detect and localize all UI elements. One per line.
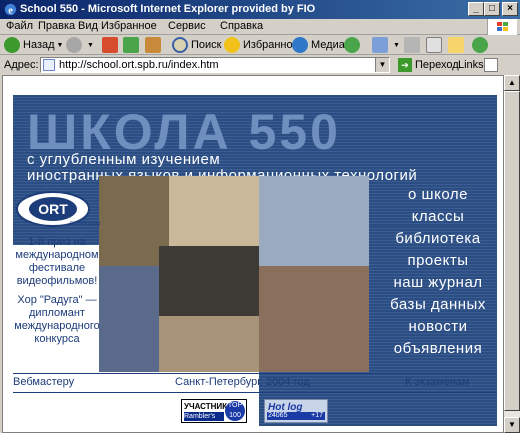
webmaster-link[interactable]: Вебмастеру <box>13 376 74 388</box>
menu-favorites[interactable]: Избранное <box>101 20 157 32</box>
choir-award-text[interactable]: Хор "Радуга" — дипломант международного … <box>7 294 107 346</box>
media-button[interactable]: Медиа <box>292 36 345 54</box>
messenger-button[interactable] <box>472 36 491 54</box>
forward-arrow-icon <box>66 37 82 53</box>
links-button[interactable]: Links <box>458 59 484 71</box>
svg-text:St.Petersburg: St.Petersburg <box>70 221 101 227</box>
page-icon <box>43 59 55 71</box>
page-subtitle-1: с углубленным изучением <box>27 151 221 168</box>
menu-bar: Файл Правка Вид Избранное Сервис Справка <box>0 19 520 35</box>
hotlog-counter[interactable]: Hot log 24065 +17 <box>264 399 328 423</box>
discuss-button[interactable] <box>448 36 467 54</box>
menu-tools[interactable]: Сервис <box>168 20 206 32</box>
history-icon <box>344 37 360 53</box>
media-icon <box>292 37 308 53</box>
forward-button[interactable]: ▼ <box>66 36 94 54</box>
back-button[interactable]: Назад ▼ <box>4 36 63 54</box>
search-icon <box>172 37 188 53</box>
favorites-button[interactable]: Избранное <box>224 36 299 54</box>
home-icon <box>145 37 161 53</box>
menu-edit[interactable]: Правка <box>38 20 75 32</box>
print-button[interactable] <box>404 36 423 54</box>
refresh-icon <box>123 37 139 53</box>
divider <box>13 392 497 393</box>
photo-collage <box>99 176 369 372</box>
back-arrow-icon <box>4 37 20 53</box>
vertical-scrollbar[interactable]: ▲ ▼ <box>504 75 520 433</box>
edit-icon <box>426 37 442 53</box>
scroll-thumb[interactable] <box>504 91 520 411</box>
messenger-icon <box>472 37 488 53</box>
windows-logo-icon <box>487 19 517 35</box>
stop-button[interactable] <box>102 36 121 54</box>
go-arrow-icon: ➔ <box>398 58 412 72</box>
address-url[interactable]: http://school.ort.spb.ru/index.htm <box>59 59 219 71</box>
nav-databases[interactable]: базы данных <box>377 296 499 313</box>
discuss-icon <box>448 37 464 53</box>
ort-logo[interactable]: ORT St.Petersburg <box>13 189 103 229</box>
scroll-down-button[interactable]: ▼ <box>504 417 520 433</box>
minimize-button[interactable]: _ <box>468 2 484 16</box>
page-viewport: ШКОЛА 550 с углубленным изучением иностр… <box>2 75 504 433</box>
rambler-top100-counter[interactable]: УЧАСТНИК Rambler's TOP 100 <box>181 399 247 423</box>
go-button[interactable]: ➔ Переход <box>398 57 459 73</box>
edit-button[interactable] <box>426 36 445 54</box>
star-icon <box>224 37 240 53</box>
history-button[interactable] <box>344 36 363 54</box>
scroll-up-button[interactable]: ▲ <box>504 75 520 91</box>
mail-icon <box>372 37 388 53</box>
video-award-text[interactable]: 1-й приз на международном фестивале виде… <box>7 236 107 288</box>
nav-news[interactable]: новости <box>377 318 499 335</box>
search-button[interactable]: Поиск <box>172 36 221 54</box>
address-input[interactable]: http://school.ort.spb.ru/index.htm ▼ <box>40 57 390 73</box>
window-title: School 550 - Microsoft Internet Explorer… <box>20 3 316 15</box>
nav-announcements[interactable]: объявления <box>377 340 499 357</box>
maximize-button[interactable]: □ <box>484 2 500 16</box>
menu-help[interactable]: Справка <box>220 20 263 32</box>
svg-text:ORT: ORT <box>38 201 68 217</box>
address-label: Адрес: <box>4 59 39 71</box>
links-menu-icon[interactable] <box>484 58 498 72</box>
menu-file[interactable]: Файл <box>6 20 33 32</box>
address-bar: Адрес: http://school.ort.spb.ru/index.ht… <box>0 56 520 74</box>
page-title: ШКОЛА 550 <box>27 104 341 160</box>
mail-button[interactable]: ▼ <box>372 36 400 54</box>
home-button[interactable] <box>145 36 164 54</box>
exams-link[interactable]: К экзаменам <box>405 376 470 388</box>
nav-library[interactable]: библиотека <box>377 230 499 247</box>
nav-classes[interactable]: классы <box>377 208 499 225</box>
nav-journal[interactable]: наш журнал <box>377 274 499 291</box>
toolbar: Назад ▼ ▼ Поиск Избранное Медиа ▼ <box>0 35 520 55</box>
close-button[interactable]: × <box>502 2 518 16</box>
address-dropdown[interactable]: ▼ <box>375 58 389 72</box>
print-icon <box>404 37 420 53</box>
footer-city-year: Санкт-Петербург, 2004 год <box>175 376 310 388</box>
menu-view[interactable]: Вид <box>78 20 98 32</box>
stop-icon <box>102 37 118 53</box>
nav-projects[interactable]: проекты <box>377 252 499 269</box>
ie-icon: e <box>4 3 17 16</box>
title-bar: e School 550 - Microsoft Internet Explor… <box>0 0 520 19</box>
divider <box>13 373 497 374</box>
svg-text:e: e <box>8 5 13 16</box>
nav-about[interactable]: о школе <box>377 186 499 203</box>
refresh-button[interactable] <box>123 36 142 54</box>
